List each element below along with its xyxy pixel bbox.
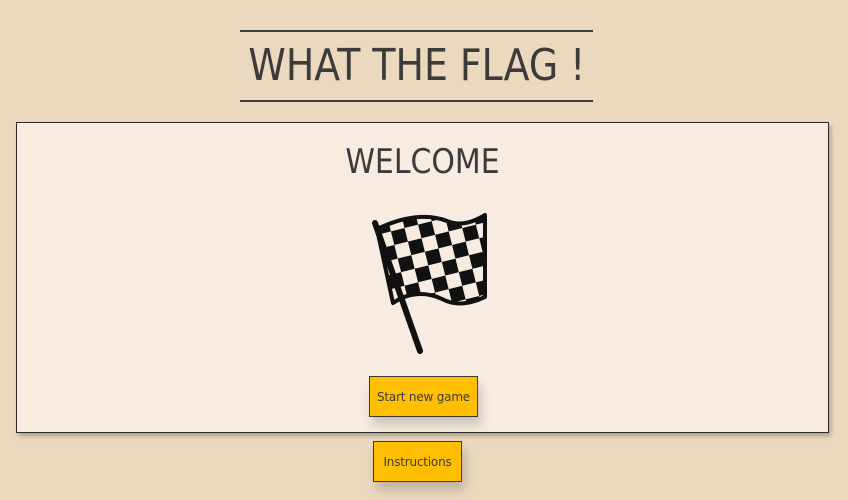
page-title: WHAT THE FLAG ! [248, 40, 585, 91]
checkered-flag-icon [372, 213, 487, 354]
start-new-game-button[interactable]: Start new game [369, 376, 478, 417]
instructions-button[interactable]: Instructions [373, 441, 462, 482]
welcome-heading: WELCOME [345, 142, 500, 182]
page-title-banner: WHAT THE FLAG ! [240, 30, 593, 102]
